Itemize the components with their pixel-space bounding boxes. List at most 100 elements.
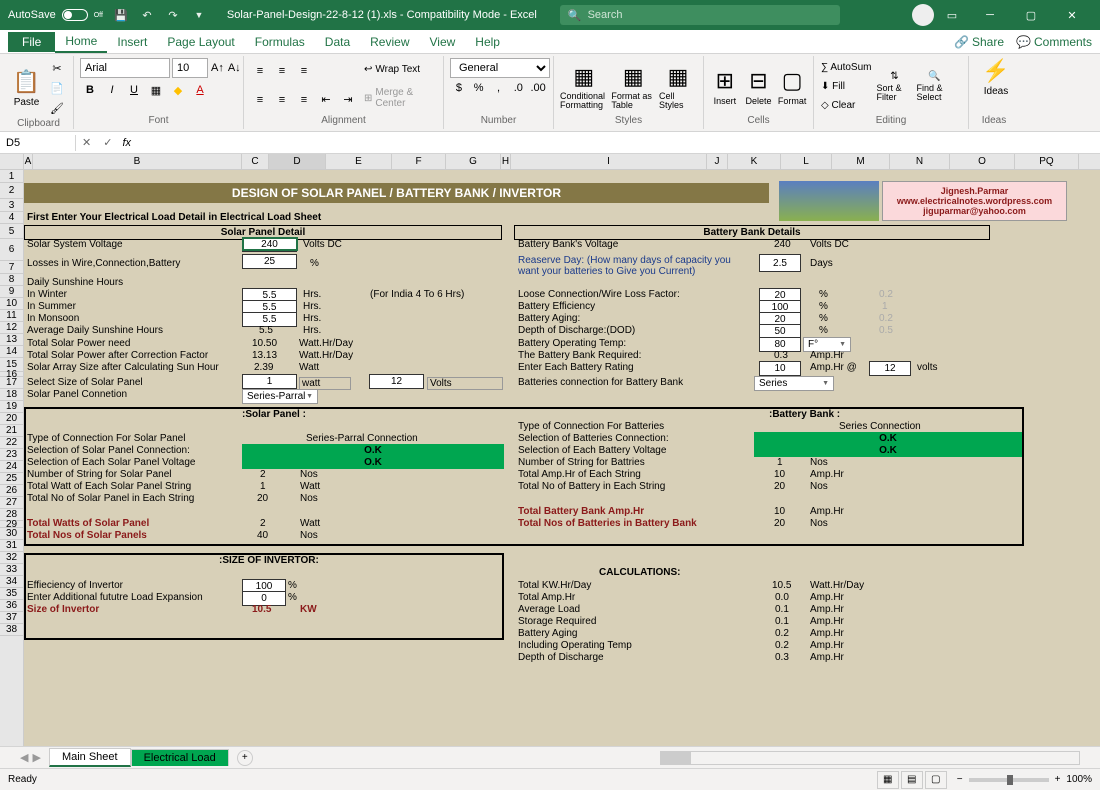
currency-button[interactable]: $ [450, 78, 468, 98]
autosave-toggle[interactable]: AutoSave Off [8, 9, 103, 21]
wrap-text-button[interactable]: ↩Wrap Text [362, 62, 437, 77]
column-header[interactable]: J [707, 154, 728, 169]
row-header[interactable]: 22 [0, 437, 23, 449]
menu-formulas[interactable]: Formulas [245, 32, 315, 52]
clear-button[interactable]: ◇ Clear [820, 99, 873, 112]
row-header[interactable]: 33 [0, 564, 23, 576]
row-header[interactable]: 6 [0, 239, 23, 261]
maximize-button[interactable]: ▢ [1011, 0, 1051, 30]
menu-review[interactable]: Review [360, 32, 419, 52]
align-right-button[interactable]: ≡ [294, 90, 314, 110]
menu-page-layout[interactable]: Page Layout [157, 32, 244, 52]
fill-color-button[interactable]: ◆ [168, 80, 188, 100]
row-header[interactable]: 23 [0, 449, 23, 461]
losses-input[interactable]: 25 [242, 254, 297, 269]
panel-connection-select[interactable]: Series-Parral [242, 389, 318, 404]
row-header[interactable]: 31 [0, 540, 23, 552]
column-header[interactable]: A [24, 154, 33, 169]
system-voltage-input[interactable]: 240 [242, 237, 297, 252]
tab-electrical-load[interactable]: Electrical Load [131, 749, 229, 766]
column-header[interactable]: L [781, 154, 832, 169]
row-header[interactable]: 7 [0, 261, 23, 274]
panel-size-input[interactable]: 1 [242, 374, 297, 389]
increase-indent-button[interactable]: ⇥ [338, 90, 358, 110]
comma-button[interactable]: , [490, 78, 508, 98]
autosum-button[interactable]: ∑ AutoSum [820, 61, 873, 74]
tab-main-sheet[interactable]: Main Sheet [49, 748, 131, 767]
paste-button[interactable]: 📋Paste [10, 58, 43, 118]
column-header[interactable]: N [890, 154, 950, 169]
each-batt-volt-input[interactable]: 12 [869, 361, 911, 376]
column-headers[interactable]: ABCDEFGHIJKLMNOPQ [0, 154, 1100, 170]
column-header[interactable]: M [832, 154, 890, 169]
zoom-level[interactable]: 100% [1066, 774, 1092, 785]
redo-icon[interactable]: ↷ [165, 7, 181, 23]
row-header[interactable]: 35 [0, 588, 23, 600]
conditional-formatting-button[interactable]: ▦Conditional Formatting [560, 58, 607, 115]
menu-view[interactable]: View [420, 32, 466, 52]
row-header[interactable]: 17 [0, 377, 23, 389]
column-header[interactable]: D [269, 154, 326, 169]
row-header[interactable]: 5 [0, 224, 23, 239]
merge-center-button[interactable]: ⊞Merge & Center [362, 85, 437, 111]
menu-home[interactable]: Home [55, 31, 107, 53]
column-header[interactable]: C [242, 154, 269, 169]
find-select-button[interactable]: 🔍Find & Select [917, 58, 953, 115]
row-header[interactable]: 32 [0, 552, 23, 564]
name-box[interactable]: D5 [0, 135, 76, 151]
row-header[interactable]: 38 [0, 624, 23, 636]
underline-button[interactable]: U [124, 80, 144, 100]
column-header[interactable]: H [501, 154, 511, 169]
column-header[interactable]: B [33, 154, 242, 169]
battery-connection-select[interactable]: Series [754, 376, 834, 391]
add-sheet-button[interactable]: + [237, 750, 253, 766]
view-normal-button[interactable]: ▦ [877, 771, 899, 789]
format-painter-button[interactable]: 🖌 [47, 98, 67, 118]
align-top-button[interactable]: ≡ [250, 61, 270, 81]
ribbon-options-icon[interactable]: ▭ [942, 5, 962, 25]
tab-prev-icon[interactable]: ◀ [20, 751, 28, 764]
row-header[interactable]: 13 [0, 334, 23, 346]
row-header[interactable]: 34 [0, 576, 23, 588]
row-header[interactable]: 18 [0, 389, 23, 401]
row-header[interactable]: 29 [0, 521, 23, 528]
row-header[interactable]: 4 [0, 212, 23, 224]
row-header[interactable]: 11 [0, 310, 23, 322]
search-box[interactable]: 🔍 Search [560, 5, 840, 25]
view-page-layout-button[interactable]: ▤ [901, 771, 923, 789]
menu-insert[interactable]: Insert [107, 32, 157, 52]
row-header[interactable]: 21 [0, 425, 23, 437]
column-header[interactable]: I [511, 154, 707, 169]
column-header[interactable]: K [728, 154, 781, 169]
row-header[interactable]: 20 [0, 413, 23, 425]
fx-cancel-icon[interactable]: ✕ [76, 136, 97, 149]
row-header[interactable]: 10 [0, 298, 23, 310]
increase-font-button[interactable]: A↑ [210, 58, 225, 78]
horizontal-scrollbar[interactable] [660, 751, 1080, 765]
close-button[interactable]: ✕ [1052, 0, 1092, 30]
font-name-input[interactable] [80, 58, 170, 78]
align-middle-button[interactable]: ≡ [272, 61, 292, 81]
row-headers[interactable]: 1234567891011121314151617181920212223242… [0, 170, 24, 746]
share-button[interactable]: 🔗Share [954, 35, 1004, 49]
column-header[interactable]: G [446, 154, 501, 169]
font-size-input[interactable] [172, 58, 208, 78]
row-header[interactable]: 14 [0, 346, 23, 358]
row-header[interactable]: 3 [0, 199, 23, 212]
delete-cells-button[interactable]: ⊟Delete [744, 58, 774, 115]
column-header[interactable]: O [950, 154, 1015, 169]
comments-button[interactable]: 💬Comments [1016, 35, 1092, 49]
row-header[interactable]: 37 [0, 612, 23, 624]
number-format-select[interactable]: General [450, 58, 550, 78]
select-all-corner[interactable] [0, 154, 24, 169]
menu-file[interactable]: File [8, 32, 55, 52]
format-cells-button[interactable]: ▢Format [777, 58, 807, 115]
ideas-button[interactable]: ⚡Ideas [975, 58, 1017, 97]
column-header[interactable]: F [392, 154, 446, 169]
italic-button[interactable]: I [102, 80, 122, 100]
panel-volt-input[interactable]: 12 [369, 374, 424, 389]
each-batt-input[interactable]: 10 [759, 361, 801, 376]
row-header[interactable]: 25 [0, 473, 23, 485]
row-header[interactable]: 27 [0, 497, 23, 509]
sort-filter-button[interactable]: ⇅Sort & Filter [877, 58, 913, 115]
